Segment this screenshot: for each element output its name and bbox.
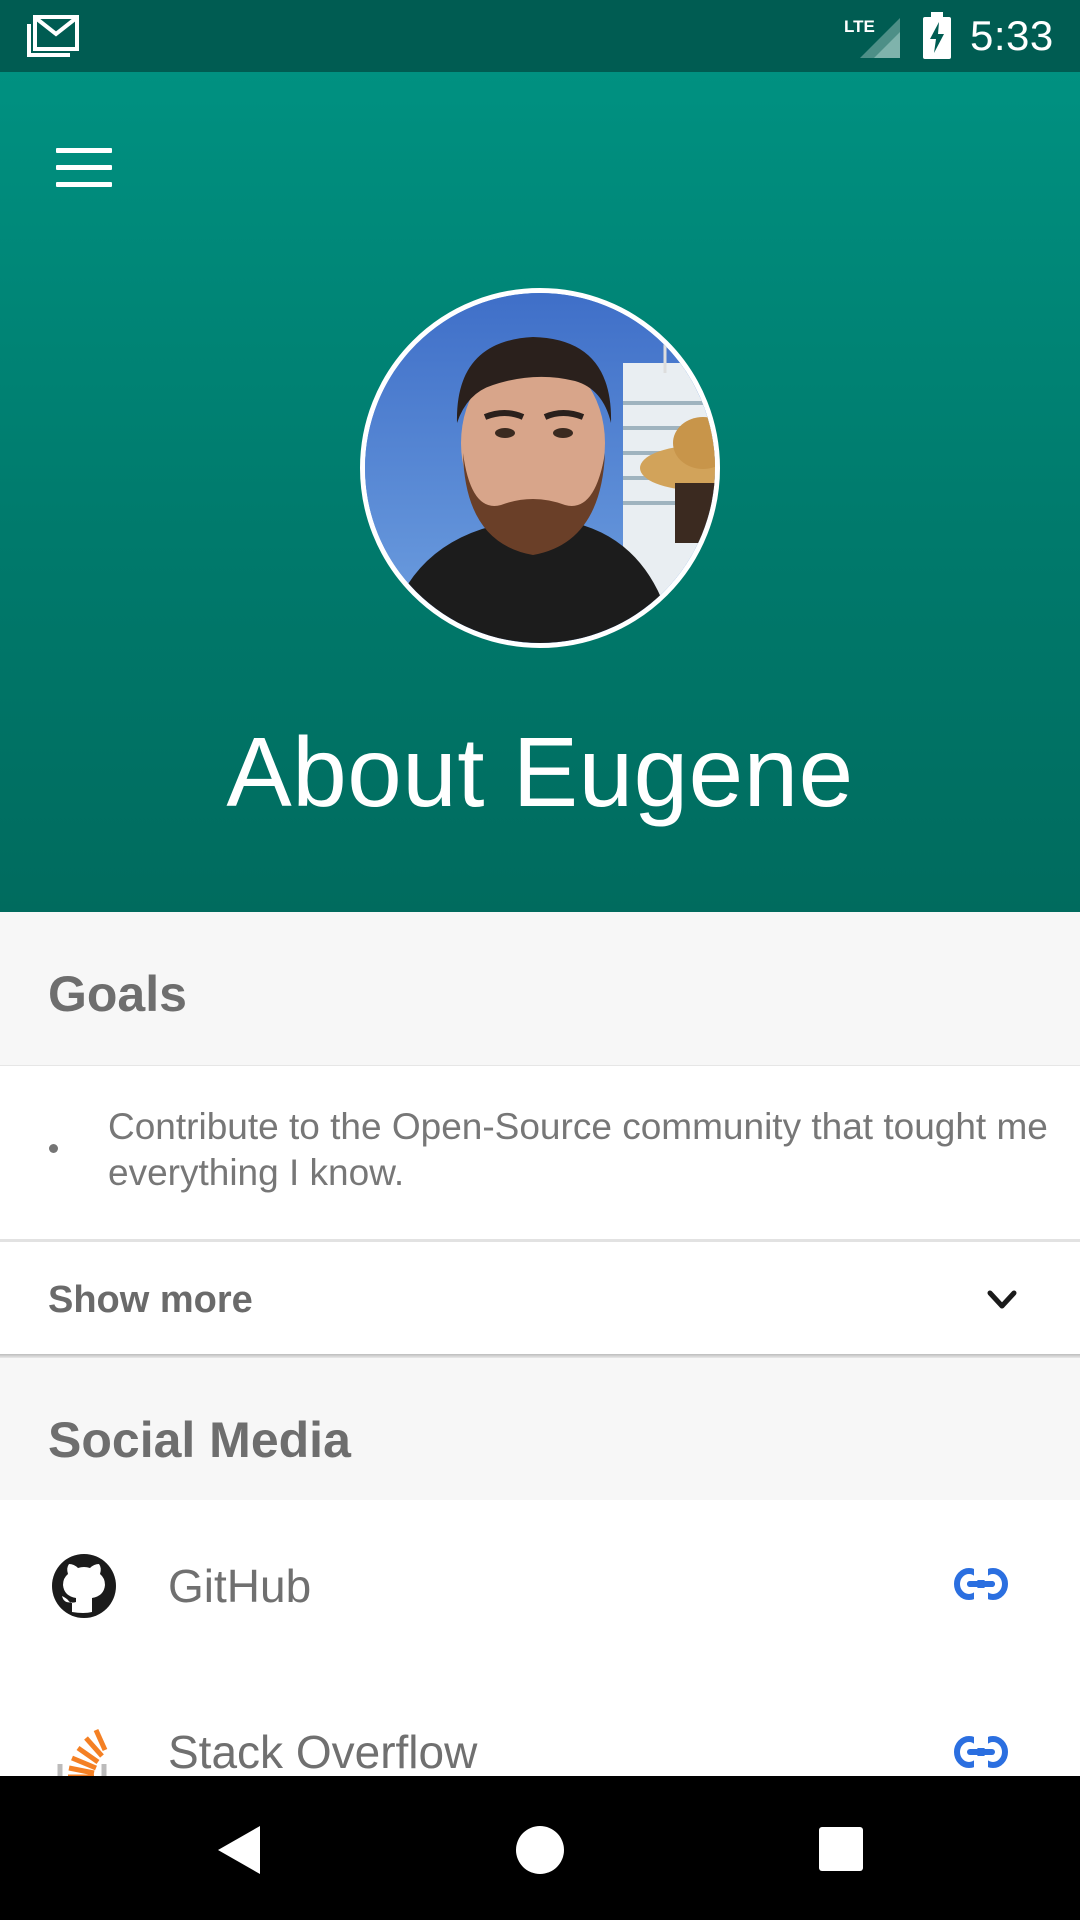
social-section-header: Social Media [0, 1358, 1080, 1512]
chevron-down-icon [987, 1290, 1017, 1309]
system-navigation-bar [0, 1776, 1080, 1920]
recents-button[interactable] [818, 1826, 864, 1872]
social-heading: Social Media [48, 1412, 351, 1468]
battery-charging-icon [923, 12, 951, 59]
profile-header: About Eugene [0, 72, 1080, 912]
goal-text: Contribute to the Open-Source community … [108, 1106, 1048, 1193]
gmail-notification-icon [27, 15, 79, 57]
hamburger-menu-icon-bar [56, 165, 112, 170]
status-bar: LTE 5:33 [0, 0, 1080, 72]
status-time: 5:33 [970, 12, 1054, 59]
goals-section-header: Goals [0, 912, 1080, 1066]
hamburger-menu-icon-bar [56, 182, 112, 187]
avatar [360, 288, 720, 648]
hamburger-menu-icon [56, 148, 112, 153]
github-icon [52, 1554, 116, 1618]
avatar-photo [365, 293, 715, 643]
link-icon[interactable] [954, 1736, 1008, 1768]
back-button[interactable] [214, 1824, 264, 1876]
social-item-label: GitHub [168, 1560, 312, 1612]
menu-button[interactable] [44, 128, 124, 208]
link-icon[interactable] [954, 1568, 1008, 1600]
page-title: About Eugene [226, 717, 854, 827]
about-screen: LTE 5:33 About Eugene Goals Contribute t… [0, 0, 1080, 1920]
signal-lte-icon: LTE [844, 17, 900, 58]
home-button[interactable] [514, 1824, 566, 1876]
list-item: Contribute to the Open-Source community … [0, 1066, 1080, 1240]
social-item-github[interactable]: GitHub [0, 1500, 1080, 1668]
goals-heading: Goals [48, 966, 187, 1022]
network-type-label: LTE [844, 17, 875, 36]
bullet-icon [49, 1144, 58, 1153]
show-more-button[interactable]: Show more [0, 1242, 1080, 1354]
show-more-label: Show more [48, 1279, 253, 1321]
